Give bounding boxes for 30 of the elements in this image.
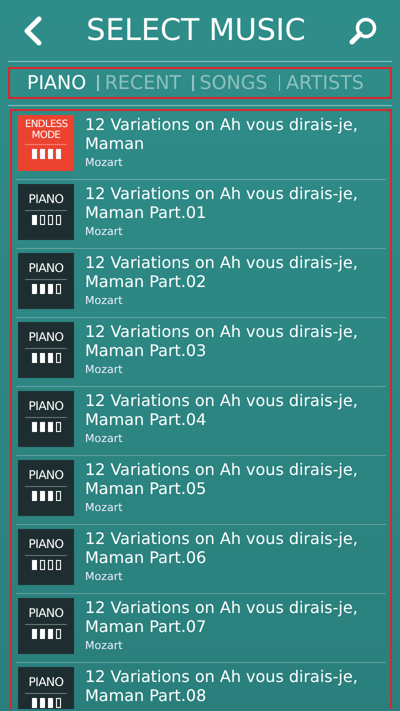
mode-label: PIANO — [25, 676, 67, 694]
mode-label: PIANO — [25, 262, 67, 280]
song-title[interactable]: 12 Variations on Ah vous dirais-je, Maman Part.01 — [85, 184, 386, 222]
artist-name: Mozart — [85, 294, 124, 307]
screen-title: SELECT MUSIC — [85, 13, 307, 48]
song-title[interactable]: 12 Variations on Ah vous dirais-je, Maman Part.07 — [85, 598, 386, 636]
mode-label: PIANO — [25, 538, 67, 556]
mode-label: PIANO — [25, 400, 67, 418]
artist-name: Mozart — [85, 570, 124, 583]
song-title[interactable]: 12 Variations on Ah vous dirais-je, Maman Part.05 — [85, 460, 386, 498]
song-title[interactable]: 12 Variations on Ah vous dirais-je, Maman Part.03 — [85, 322, 386, 360]
mode-label: PIANO — [25, 331, 67, 349]
search-icon[interactable] — [348, 16, 378, 46]
artist-name: Mozart — [85, 639, 124, 652]
artist-name: Mozart — [85, 225, 124, 238]
song-title[interactable]: 12 Variations on Ah vous dirais-je, Maman Part.04 — [85, 391, 386, 429]
tab[interactable]: PIANO — [24, 72, 90, 94]
mode-label: PIANO — [25, 193, 67, 211]
mode-label: ENDLESS MODE — [25, 120, 67, 145]
mode-label: PIANO — [25, 607, 67, 625]
back-icon[interactable] — [22, 16, 44, 46]
artist-name: Mozart — [85, 363, 124, 376]
song-title[interactable]: 12 Variations on Ah vous dirais-je, Maman Part.02 — [85, 253, 386, 291]
mode-label: PIANO — [25, 469, 67, 487]
artist-name: Mozart — [85, 501, 124, 514]
song-title[interactable]: 12 Variations on Ah vous dirais-je, Maman Part.08 — [85, 667, 386, 705]
artist-name: Mozart — [85, 156, 124, 169]
artist-name: Mozart — [85, 432, 124, 445]
song-title[interactable]: 12 Variations on Ah vous dirais-je, Maman — [85, 115, 386, 153]
song-title[interactable]: 12 Variations on Ah vous dirais-je, Maman Part.06 — [85, 529, 386, 567]
